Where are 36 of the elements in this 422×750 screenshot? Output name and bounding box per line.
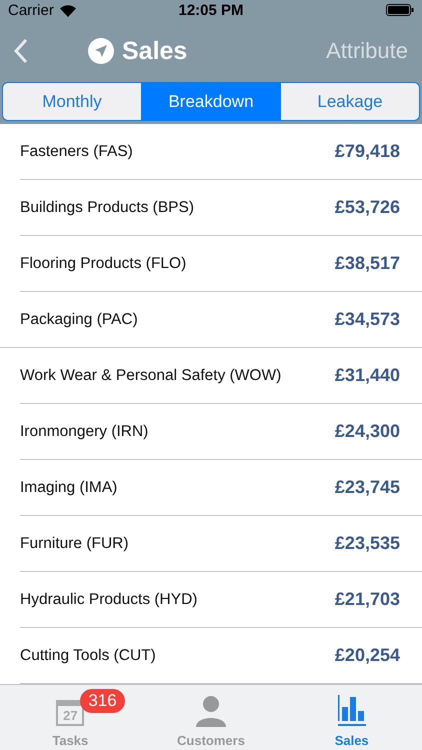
sales-amount: £34,573 — [334, 309, 400, 330]
sales-amount: £23,535 — [334, 533, 400, 554]
count-badge: 316 — [80, 689, 125, 713]
attribute-button[interactable]: Attribute — [326, 34, 408, 68]
category-name: Work Wear & Personal Safety (WOW) — [20, 366, 282, 384]
category-name: Furniture (FUR) — [20, 534, 129, 552]
tab-bar-item[interactable]: 27 316 Tasks — [0, 685, 141, 750]
screen-title: Sales — [122, 36, 188, 66]
bar-chart-icon — [336, 695, 368, 727]
category-name: Cutting Tools (CUT) — [20, 646, 156, 664]
sales-amount: £79,418 — [334, 141, 400, 162]
clock-time: 12:05 PM — [178, 2, 244, 18]
sales-amount: £23,745 — [334, 477, 400, 498]
carrier-label: Carrier — [8, 2, 54, 18]
segment-tab[interactable]: Monthly — [3, 83, 142, 120]
category-name: Buildings Products (BPS) — [20, 198, 194, 216]
sales-amount: £20,254 — [334, 645, 400, 666]
battery-icon — [386, 4, 414, 16]
category-name: Packaging (PAC) — [20, 310, 138, 328]
wifi-icon — [58, 4, 77, 16]
segment-tab[interactable]: Leakage — [281, 83, 419, 120]
tab-bar-item[interactable]: Sales — [281, 685, 422, 750]
person-icon — [194, 695, 228, 727]
sales-amount: £24,300 — [334, 421, 400, 442]
segment-tab[interactable]: Breakdown — [142, 83, 281, 120]
category-name: Imaging (IMA) — [20, 478, 118, 496]
sales-amount: £53,726 — [334, 197, 400, 218]
sales-amount: £38,517 — [334, 253, 400, 274]
category-name: Fasteners (FAS) — [20, 142, 133, 160]
category-name: Flooring Products (FLO) — [20, 254, 186, 272]
sales-amount: £31,440 — [334, 365, 400, 386]
back-icon[interactable] — [14, 38, 28, 64]
category-name: Ironmongery (IRN) — [20, 422, 148, 440]
sales-amount: £21,703 — [334, 589, 400, 610]
tab-bar-item[interactable]: Customers — [140, 685, 282, 750]
category-name: Hydraulic Products (HYD) — [20, 590, 198, 608]
